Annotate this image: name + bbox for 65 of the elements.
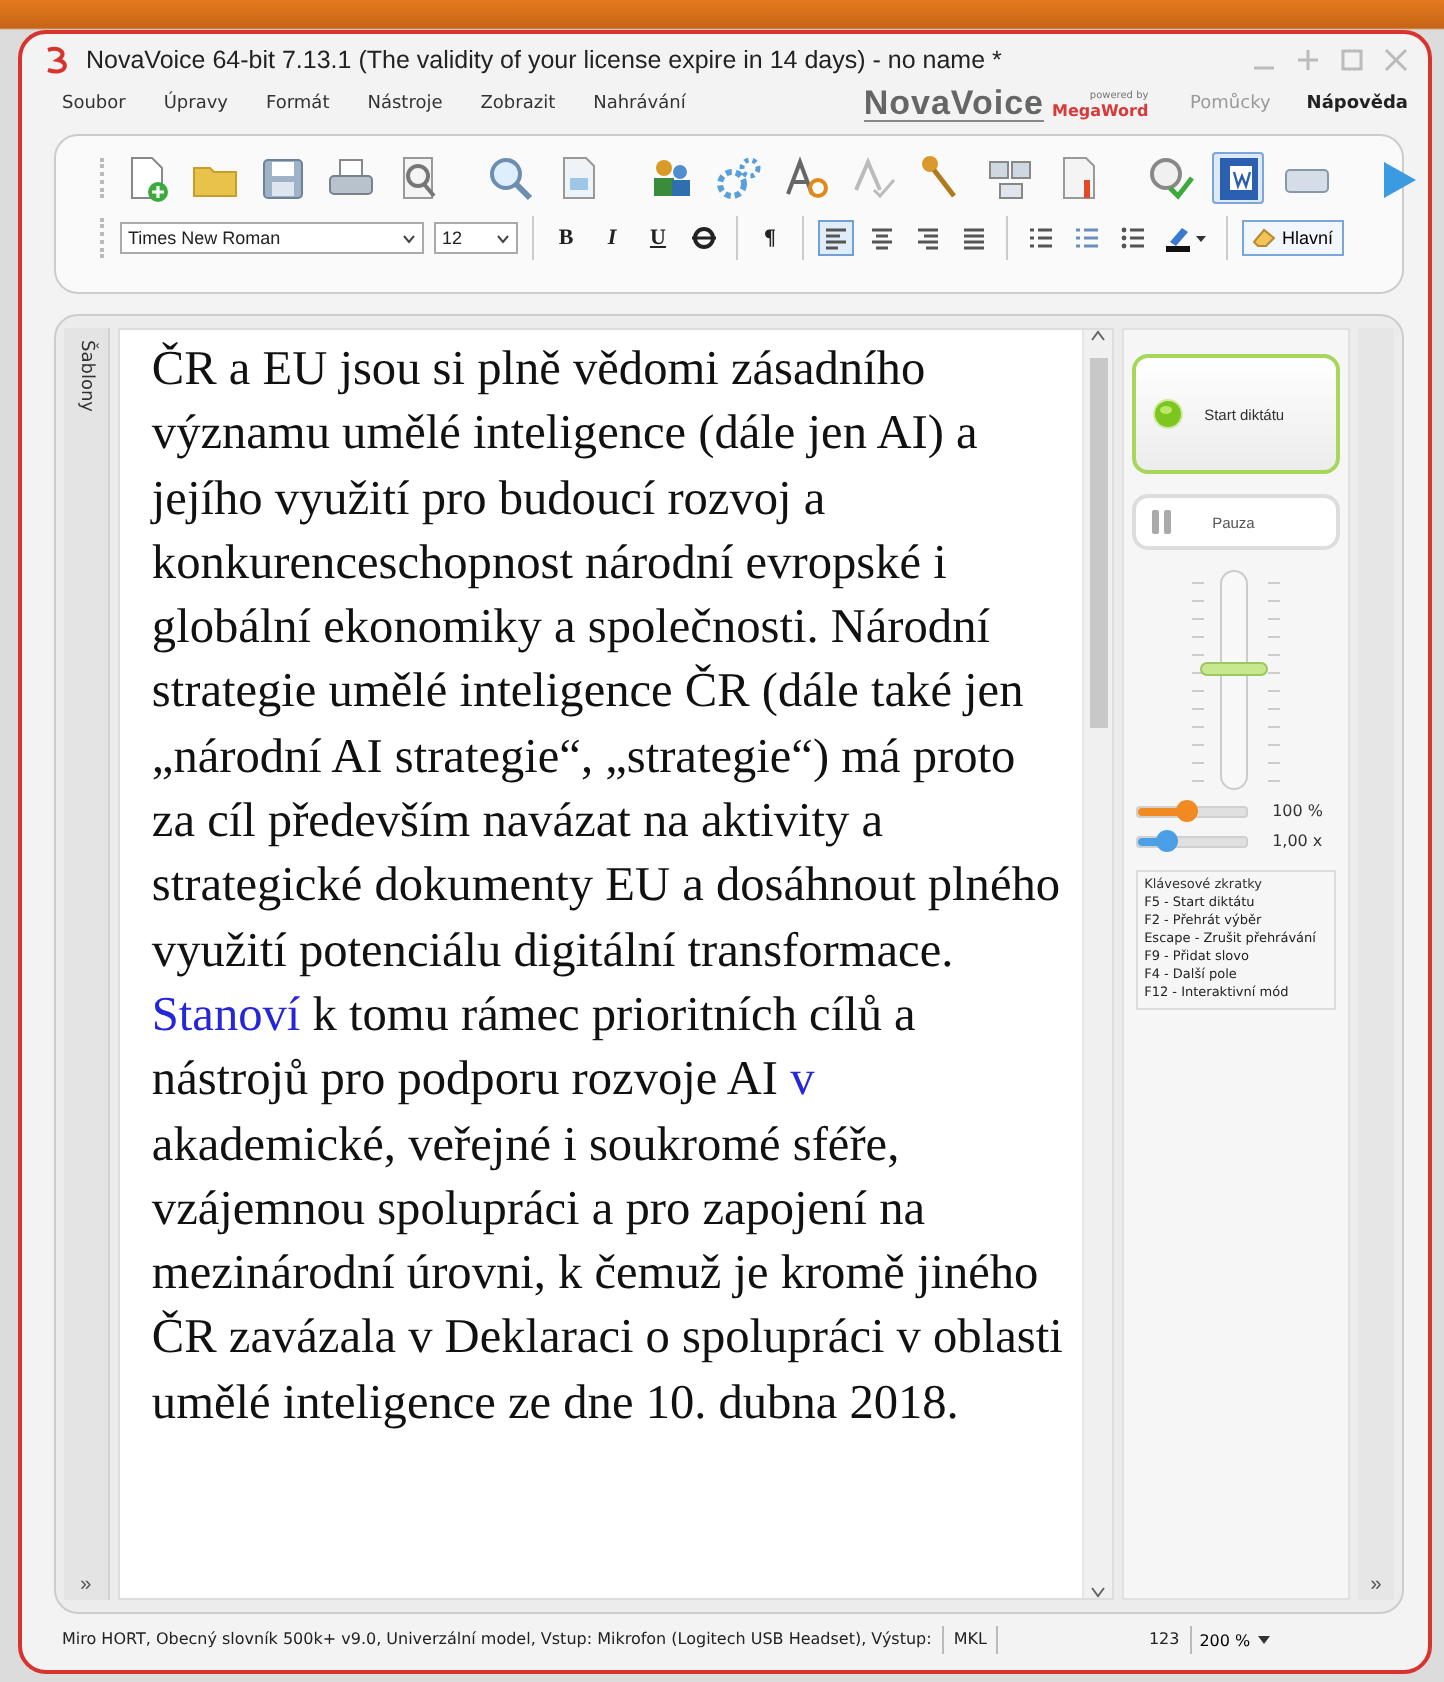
bullet-list-icon bbox=[1119, 226, 1145, 250]
gears-icon bbox=[714, 154, 762, 202]
expand-button[interactable]: » bbox=[80, 1574, 92, 1600]
menu-item[interactable]: Úpravy bbox=[163, 94, 229, 114]
slider-thumb[interactable] bbox=[1155, 829, 1178, 851]
align-center-icon bbox=[870, 225, 894, 251]
menu-item[interactable]: Soubor bbox=[62, 94, 126, 114]
document-text: ČR a EU jsou si plně vědomi zásadního významu umělé inteligence (dále jen AI) a jejího využití pro budoucí rozvoj a konkurenceschopnost národní evropské i globální ekonomiky a společnosti. Národní strategie umělé inteligence ČR (dále také jen „národní AI strategie“, „strategie“) má proto za cíl především navázat na aktivity a strategické dokumenty EU a dosáhnout plného využití potenciálu digitální transformace. Stanoví k tomu rámec prioritních cílů a nástrojů pro podporu rozvoje AI v akademické, veřejné i soukromé sféře, vzájemnou spolupráci a pro zapojení na mezinárodní úrovni, k čemuž je kromě jiného ČR zavázala v Deklaraci o spolupráci v oblasti umělé inteligence ze dne 10. dubna 2018. bbox=[148, 340, 1065, 1434]
plus-icon[interactable] bbox=[1296, 48, 1320, 72]
save-icon bbox=[258, 154, 306, 202]
format-button[interactable]: U bbox=[640, 220, 676, 256]
scroll-up-icon bbox=[1090, 330, 1107, 342]
caret-down-icon bbox=[1258, 1636, 1271, 1644]
spell-check-icon bbox=[782, 154, 830, 202]
format-button[interactable]: ¶ bbox=[752, 220, 788, 256]
brand-logo: NovaVoice bbox=[863, 86, 1044, 122]
format-button[interactable]: I bbox=[594, 220, 630, 256]
collapsed-panel[interactable]: » bbox=[1358, 328, 1395, 1600]
menu-item[interactable]: Nahrávání bbox=[593, 94, 686, 114]
format-button[interactable]: B bbox=[548, 220, 584, 256]
close-icon[interactable] bbox=[1384, 48, 1408, 72]
menu-item[interactable]: Formát bbox=[266, 94, 330, 114]
zoom-dropdown[interactable]: 200 % bbox=[1191, 1629, 1283, 1651]
slider-track[interactable] bbox=[1136, 835, 1249, 847]
expand-button[interactable]: » bbox=[1370, 1574, 1382, 1600]
menu-item[interactable]: Nápověda bbox=[1306, 94, 1408, 114]
window-title: NovaVoice 64-bit 7.13.1 (The validity of your license expire in 14 days) - no name * bbox=[86, 46, 1004, 74]
scrollbar-thumb[interactable] bbox=[1089, 358, 1108, 728]
chevron-down-icon bbox=[496, 233, 510, 243]
slider-value: 1,00 x bbox=[1272, 832, 1323, 850]
align-left-icon bbox=[824, 225, 848, 251]
scroll-down-icon bbox=[1090, 1586, 1107, 1598]
menu-item[interactable]: Zobrazit bbox=[480, 94, 556, 114]
highlighter-icon bbox=[1164, 224, 1208, 252]
menu-item[interactable]: Nástroje bbox=[367, 94, 443, 114]
align-right-icon bbox=[916, 225, 940, 251]
chevron-down-icon bbox=[402, 233, 416, 243]
align-button[interactable] bbox=[818, 220, 854, 256]
maximize-icon[interactable] bbox=[1340, 48, 1364, 72]
pause-icon bbox=[1152, 510, 1173, 534]
toolbar-button[interactable] bbox=[1212, 152, 1264, 204]
numbered-list-icon bbox=[1027, 226, 1053, 250]
word-document-icon bbox=[1214, 154, 1262, 202]
eraser-icon bbox=[1252, 228, 1276, 248]
search-icon bbox=[486, 154, 534, 202]
side-tab-label[interactable]: Šablony bbox=[75, 340, 96, 412]
style-button[interactable]: Hlavní bbox=[1242, 220, 1344, 256]
slider-thumb[interactable] bbox=[1176, 799, 1199, 821]
scrollbar[interactable] bbox=[1082, 330, 1113, 1598]
strikethrough-icon bbox=[692, 226, 716, 250]
partner-logo: MegaWord bbox=[1052, 104, 1149, 118]
slider-thumb[interactable] bbox=[1200, 662, 1269, 676]
slider-value: 100 % bbox=[1272, 802, 1323, 820]
side-panel-tab[interactable]: Šablony » bbox=[64, 328, 110, 1600]
slider-track[interactable] bbox=[1136, 805, 1249, 817]
justify-icon bbox=[962, 225, 986, 251]
status-text: 123 bbox=[1138, 1626, 1192, 1654]
numbered-list-icon bbox=[1073, 226, 1099, 250]
status-text: MKL bbox=[943, 1626, 999, 1654]
status-light-icon bbox=[1152, 398, 1185, 430]
volume-slider-track[interactable] bbox=[1220, 570, 1249, 790]
dropdown[interactable]: Times New Roman bbox=[120, 222, 424, 254]
dropdown[interactable]: 12 bbox=[434, 222, 518, 254]
search-check-icon bbox=[1146, 154, 1194, 202]
status-text: Miro HORT, Obecný slovník 500k+ v9.0, Univerzální model, Vstup: Mikrofon (Logitech USB Headset), Výstup: bbox=[62, 1626, 944, 1654]
